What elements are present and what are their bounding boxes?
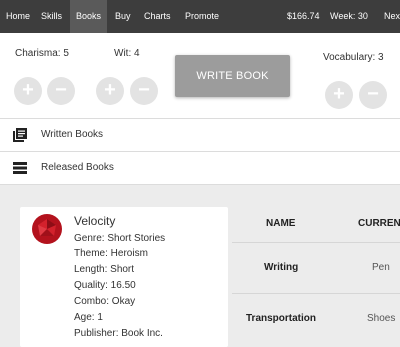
nav-buy[interactable]: Buy (109, 0, 137, 33)
nav-promote[interactable]: Promote (179, 0, 225, 33)
book-length: Length: Short (74, 264, 135, 275)
table-cell-current: Shoes (367, 313, 396, 324)
nav-charts[interactable]: Charts (138, 0, 177, 33)
wit-minus-button[interactable]: − (130, 77, 158, 105)
next-week-button[interactable]: Next (378, 0, 400, 33)
vocabulary-minus-button[interactable]: − (359, 81, 387, 109)
released-books-label: Released Books (41, 162, 114, 173)
table-cell-current: Pen (372, 262, 390, 273)
table-divider (232, 242, 400, 243)
nav-skills[interactable]: Skills (35, 0, 68, 33)
released-books-row[interactable]: Released Books (0, 151, 400, 185)
money-display: $166.74 (287, 11, 320, 21)
column-header-current: CURRENT (358, 218, 400, 229)
table-cell-name: Transportation (246, 313, 317, 324)
book-card: Velocity Genre: Short Stories Theme: Her… (20, 207, 228, 347)
week-display: Week: 30 (330, 11, 368, 21)
book-quality: Quality: 16.50 (74, 280, 136, 291)
book-avatar-icon (32, 214, 62, 244)
book-theme: Theme: Heroism (74, 248, 148, 259)
book-age: Age: 1 (74, 312, 103, 323)
written-books-label: Written Books (41, 129, 104, 140)
library-books-icon (13, 128, 27, 142)
book-publisher: Publisher: Book Inc. (74, 328, 163, 339)
equipment-table: NAME CURRENT Writing Pen Transportation … (232, 206, 400, 341)
wit-plus-button[interactable]: + (96, 77, 124, 105)
nav-books[interactable]: Books (70, 0, 108, 33)
book-title: Velocity (74, 214, 116, 228)
nav-home[interactable]: Home (0, 0, 36, 33)
book-combo: Combo: Okay (74, 296, 136, 307)
list-icon (13, 162, 27, 174)
write-book-button[interactable]: WRITE BOOK (175, 55, 290, 97)
written-books-row[interactable]: Written Books (0, 118, 400, 152)
charisma-label: Charisma: 5 (15, 48, 69, 59)
charisma-plus-button[interactable]: + (14, 77, 42, 105)
charisma-minus-button[interactable]: − (47, 77, 75, 105)
stats-panel: Charisma: 5 + − Wit: 4 + − WRITE BOOK Vo… (0, 33, 400, 118)
column-header-name: NAME (266, 218, 296, 229)
table-divider (232, 293, 400, 294)
vocabulary-plus-button[interactable]: + (325, 81, 353, 109)
book-genre: Genre: Short Stories (74, 233, 166, 244)
table-cell-name: Writing (264, 262, 299, 273)
wit-label: Wit: 4 (114, 48, 140, 59)
vocabulary-label: Vocabulary: 3 (323, 52, 384, 63)
top-nav: Home Skills Books Buy Charts Promote $16… (0, 0, 400, 33)
